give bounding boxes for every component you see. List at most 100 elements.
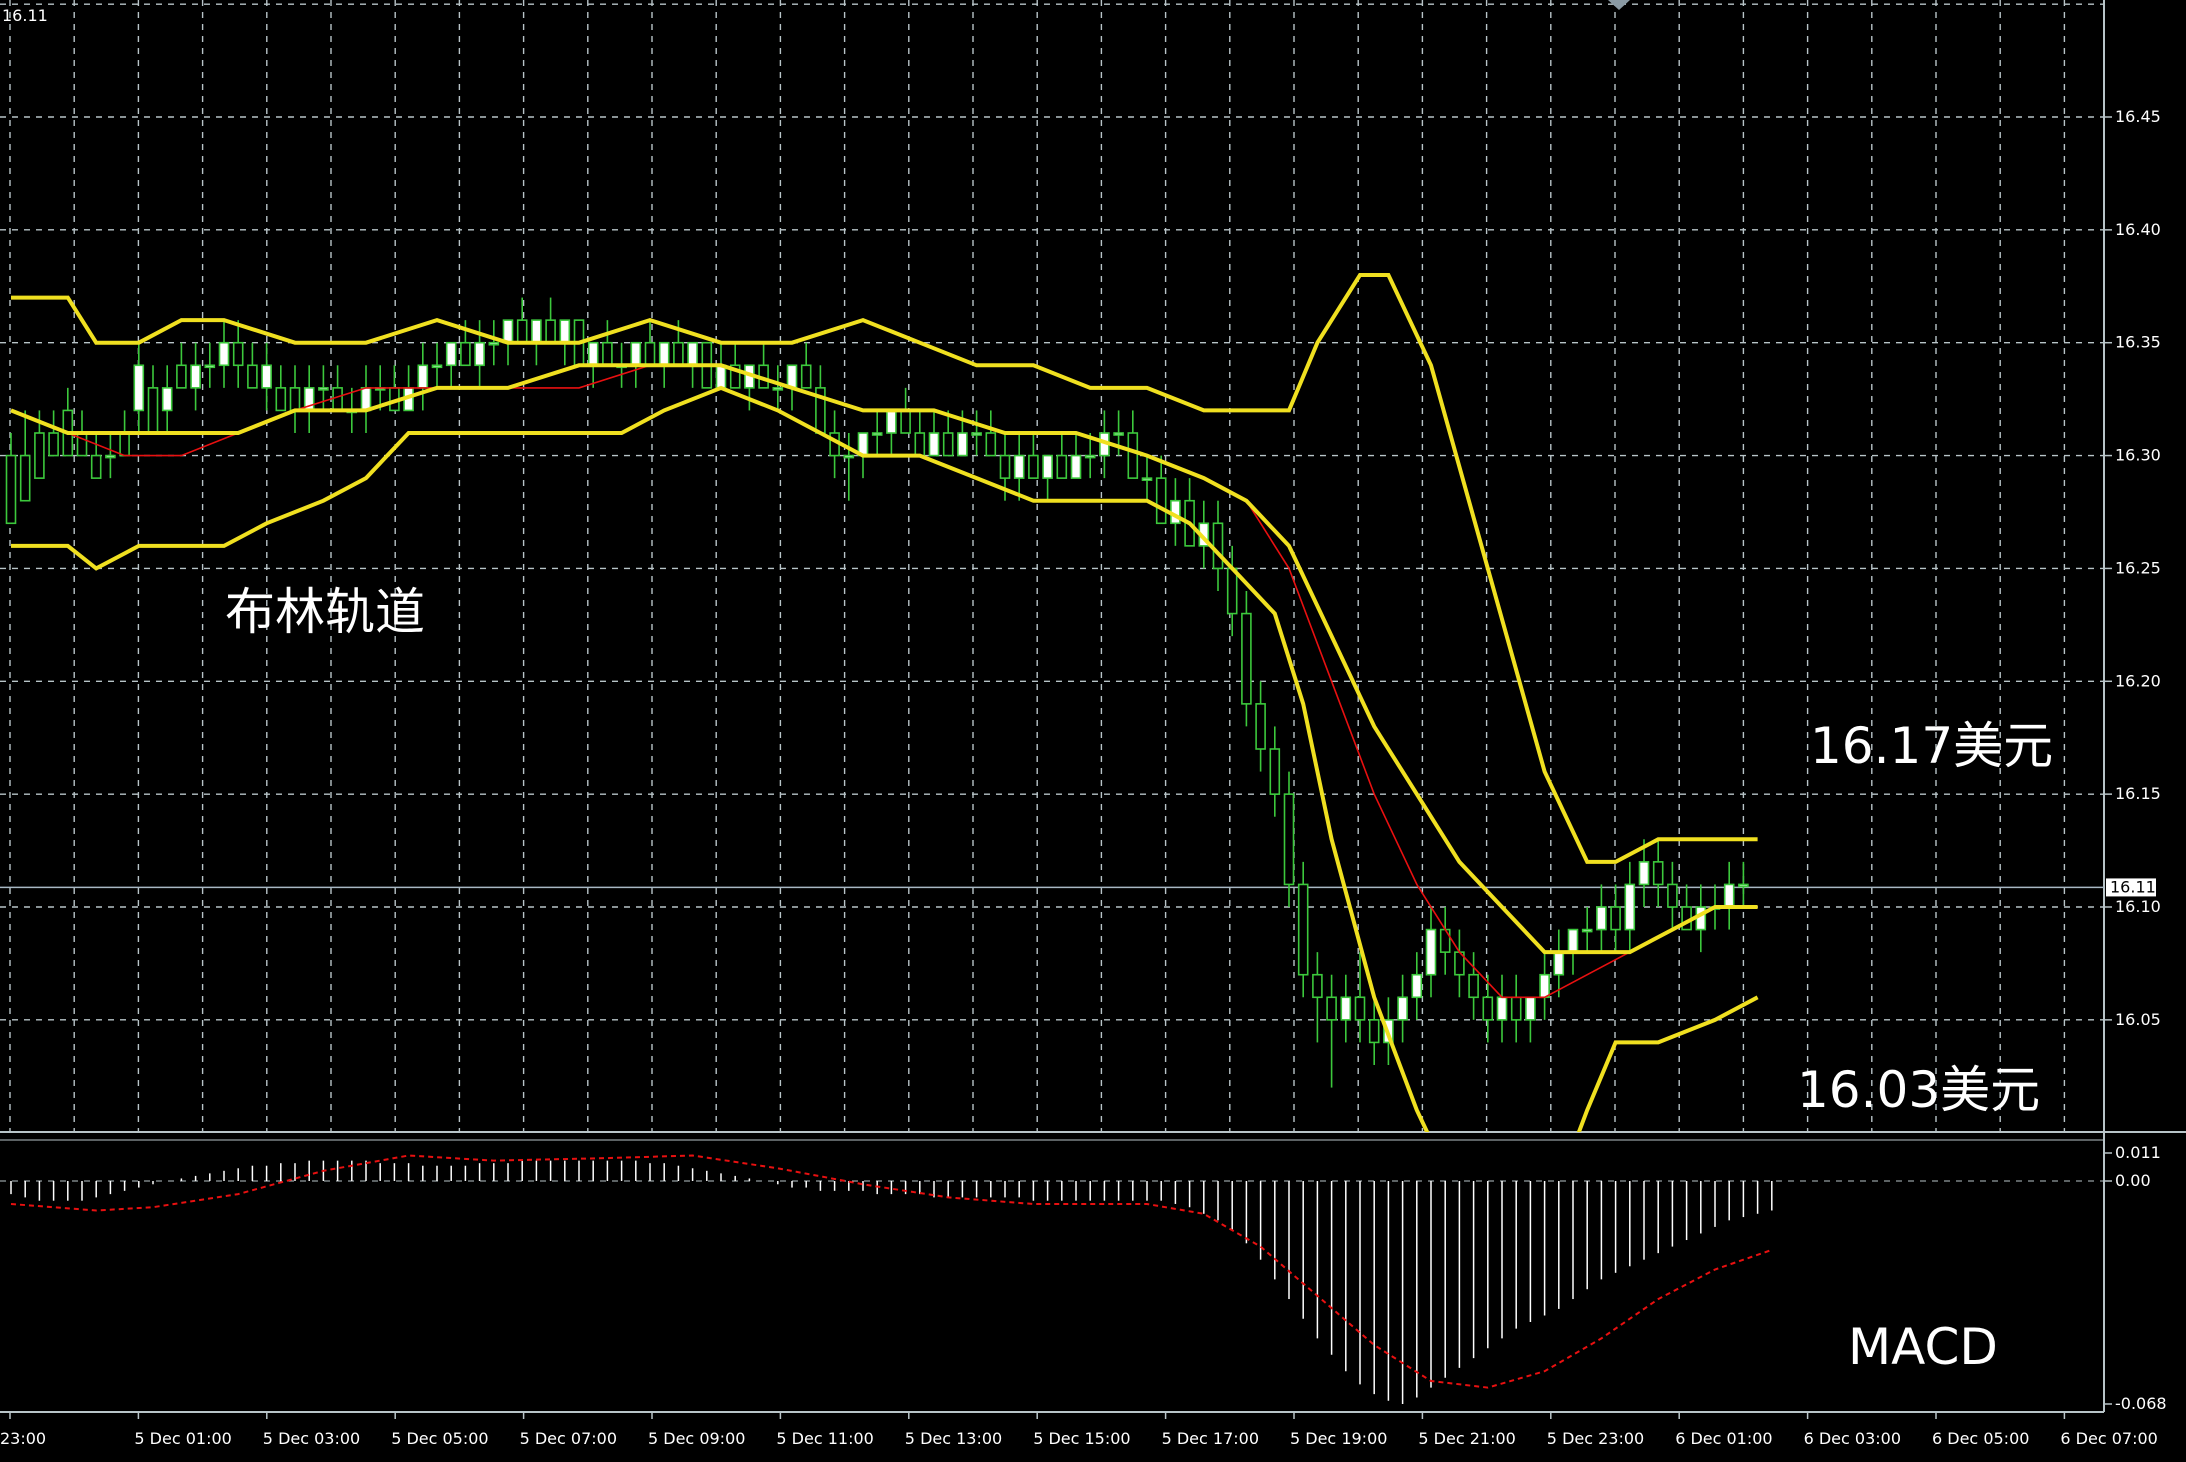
candle-body xyxy=(105,454,116,459)
candle-body xyxy=(1610,906,1621,931)
y-tick-label: 16.25 xyxy=(2115,558,2161,577)
candle-body xyxy=(673,341,684,367)
candle-body xyxy=(90,454,102,479)
bollinger-annotation: 布林轨道 xyxy=(225,583,425,641)
candle-body xyxy=(942,432,954,457)
y-tick-label: 16.15 xyxy=(2115,784,2161,803)
x-tick-label: 5 Dec 15:00 xyxy=(1033,1429,1130,1448)
candle-body xyxy=(445,341,457,367)
candle-body xyxy=(502,319,514,344)
candle-body xyxy=(1553,951,1565,976)
y-tick-label: 16.45 xyxy=(2115,107,2161,126)
candle-body xyxy=(1269,748,1281,795)
y-tick-label: 16.05 xyxy=(2115,1010,2161,1029)
candle-body xyxy=(1482,996,1494,1021)
candle-body xyxy=(1368,1019,1380,1044)
candle-body xyxy=(1226,567,1238,615)
candle-body xyxy=(1425,928,1437,976)
macd-y-tick-label: 0.00 xyxy=(2115,1171,2151,1190)
macd-panel xyxy=(0,1154,2104,1404)
candle-body xyxy=(1439,928,1451,953)
bollinger-middle-band xyxy=(10,363,1758,955)
candle-body xyxy=(999,454,1011,479)
candle-body xyxy=(161,387,173,412)
candle-body xyxy=(1241,612,1252,705)
candle-body xyxy=(715,364,727,389)
y-tick-label: 16.35 xyxy=(2115,333,2161,352)
candle-body xyxy=(1723,883,1735,908)
chart-window: 16.45 16.40 16.35 16.30 16.25 16.20 16.15 16.10… xyxy=(0,0,2186,1462)
candle-body xyxy=(559,319,571,344)
candle-body xyxy=(474,341,485,367)
candle-body xyxy=(1340,996,1352,1021)
x-tick-label: 5 Dec 01:00 xyxy=(134,1429,231,1448)
x-tick-label: 6 Dec 01:00 xyxy=(1675,1429,1772,1448)
candle-body xyxy=(318,387,329,391)
candle-body xyxy=(800,364,812,389)
candle-body xyxy=(147,387,159,434)
candle-body xyxy=(957,432,968,457)
candle-body xyxy=(1667,883,1678,908)
x-tick-label: 6 Dec 07:00 xyxy=(2060,1429,2157,1448)
candle-body xyxy=(928,432,940,457)
candle-body xyxy=(545,319,556,344)
candle-body xyxy=(1354,996,1366,1021)
candle-body xyxy=(289,387,301,412)
candle-body xyxy=(1141,477,1153,481)
candle-body xyxy=(900,409,911,434)
x-tick-label: 5 Dec 17:00 xyxy=(1162,1429,1259,1448)
lower-price-annotation: 16.03美元 xyxy=(1797,1061,2040,1119)
candle-body xyxy=(488,341,500,346)
candle-body xyxy=(1297,883,1309,976)
candle-body xyxy=(247,364,258,389)
x-tick-label: 5 Dec 07:00 xyxy=(520,1429,617,1448)
candle-body xyxy=(1312,973,1323,999)
x-tick-label: 6 Dec 03:00 xyxy=(1804,1429,1901,1448)
candle-body xyxy=(275,387,287,412)
candle-body xyxy=(516,319,528,344)
candle-body xyxy=(76,432,88,457)
price-chart: 16.45 16.40 16.35 16.30 16.25 16.20 16.15 16.10… xyxy=(0,0,2186,1448)
y-tick-label: 16.10 xyxy=(2115,897,2161,916)
shift-marker xyxy=(1608,0,1630,10)
candle-body xyxy=(34,432,45,479)
x-tick-label: 5 Dec 13:00 xyxy=(905,1429,1002,1448)
candle-body xyxy=(1326,996,1337,1021)
candle-body xyxy=(1028,454,1039,479)
candle-body xyxy=(431,364,443,369)
candle-body xyxy=(332,387,343,412)
chart-grid xyxy=(0,0,2186,1413)
y-tick-label: 16.40 xyxy=(2115,220,2161,239)
x-tick-label: 5 Dec 09:00 xyxy=(648,1429,745,1448)
candle-body xyxy=(1070,454,1082,479)
macd-y-tick-label: 0.011 xyxy=(2115,1143,2161,1162)
candle-body xyxy=(786,364,798,389)
candle-body xyxy=(772,387,784,391)
candle-body xyxy=(971,432,982,436)
candle-body xyxy=(1496,996,1508,1021)
candle-body xyxy=(360,387,372,412)
candle-body xyxy=(602,341,613,367)
candle-body xyxy=(985,432,997,457)
upper-price-annotation: 16.17美元 xyxy=(1810,717,2053,775)
candle-body xyxy=(843,454,855,459)
candle-body xyxy=(886,409,897,434)
candle-body xyxy=(1525,996,1536,1021)
candle-body xyxy=(190,364,201,389)
bollinger-lower-band xyxy=(11,385,1759,1132)
candle-body xyxy=(19,454,31,502)
candle-body xyxy=(587,341,599,367)
candle-body xyxy=(1155,477,1167,525)
candle-body xyxy=(1596,906,1607,931)
candle-body xyxy=(644,341,656,367)
candle-body xyxy=(1581,928,1593,933)
candle-body xyxy=(1624,883,1636,931)
candle-body xyxy=(871,432,883,436)
candle-body xyxy=(176,364,187,389)
candle-body xyxy=(1397,996,1408,1021)
candle-body xyxy=(417,364,429,389)
candle-body xyxy=(1567,928,1579,953)
x-tick-label: 23:00 xyxy=(0,1429,46,1448)
candle-body xyxy=(630,341,642,367)
candle-body xyxy=(1468,973,1479,999)
